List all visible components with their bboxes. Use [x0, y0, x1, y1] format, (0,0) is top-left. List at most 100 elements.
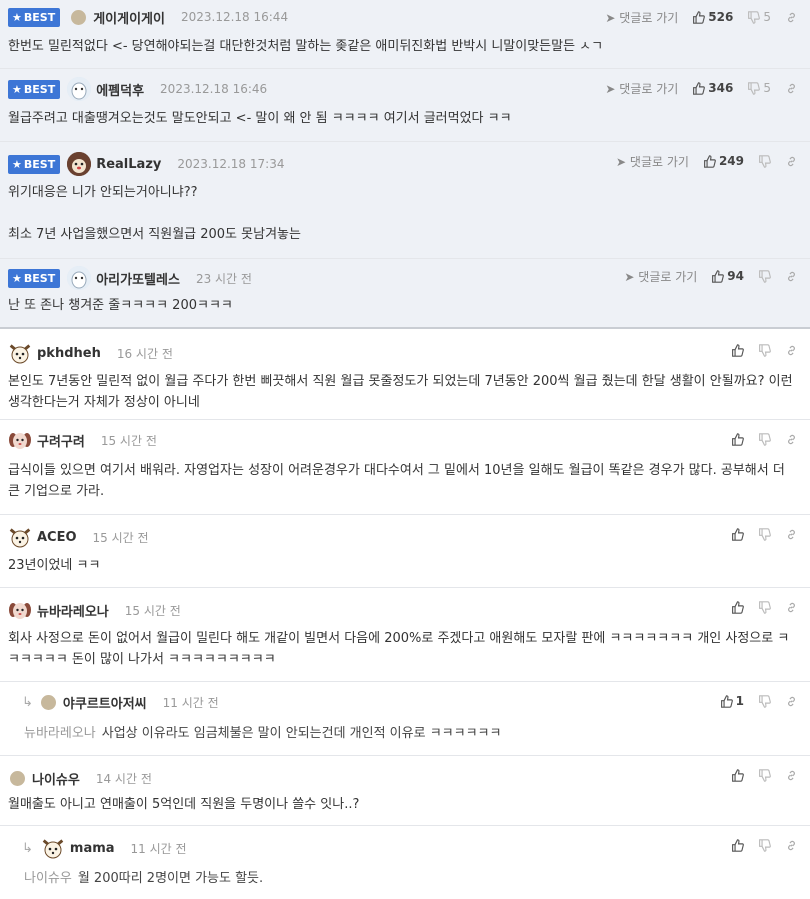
comment-time: 11 시간 전 [130, 841, 187, 856]
best-comment: ★ BEST 아리가또텔레스 23 시간 전 ➤ 댓글로 가기 94 난 또 존나… [0, 259, 810, 329]
upvote-button[interactable] [731, 527, 744, 541]
link-icon[interactable] [785, 528, 798, 541]
comment-author[interactable]: ACEO [37, 530, 77, 545]
avatar[interactable] [8, 598, 32, 622]
comment-author[interactable]: 게이게이게이 [93, 8, 165, 27]
downvote-button[interactable] [758, 527, 771, 541]
downvote-button[interactable] [758, 600, 771, 614]
dog-avatar-icon [9, 603, 31, 619]
comment-time: 2023.12.18 17:34 [177, 157, 285, 171]
upvote-button[interactable]: 346 [692, 81, 733, 95]
link-icon[interactable] [785, 695, 798, 708]
thumbs-up-icon [732, 527, 744, 541]
comment-text: 월급주려고 대출땡겨오는것도 말도안되고 <- 말이 왜 안 됨 ㅋㅋㅋㅋ 여기… [8, 111, 512, 126]
upvote-button[interactable] [731, 432, 744, 446]
avatar[interactable] [8, 428, 32, 452]
avatar[interactable] [67, 77, 92, 101]
link-icon[interactable] [785, 433, 798, 446]
best-badge: ★ BEST [8, 154, 61, 174]
comment-author[interactable]: 구려구려 [37, 431, 85, 450]
downvote-button[interactable] [758, 694, 771, 708]
comment-author[interactable]: mama [70, 841, 115, 856]
downvote-button[interactable]: 5 [747, 10, 771, 24]
star-icon: ★ [12, 10, 22, 24]
upvote-button[interactable]: 249 [703, 154, 744, 168]
comment-author[interactable]: pkhdheh [37, 346, 101, 361]
comment-time: 23 시간 전 [195, 271, 252, 286]
comment-text: 회사 사정으로 돈이 없어서 월급이 밀린다 해도 개같이 빌면서 다음에 20… [8, 631, 790, 667]
thumbs-down-icon [759, 838, 771, 852]
downvote-button[interactable] [758, 838, 771, 852]
link-icon[interactable] [785, 344, 798, 357]
comment-time: 15 시간 전 [124, 603, 181, 618]
comment-author[interactable]: 아리가또텔레스 [96, 269, 180, 288]
reply-comment: ↳ mama 11 시간 전 나이슈우 월 200따리 2명이면 가능도 할듯. [0, 826, 810, 896]
downvote-button[interactable] [758, 269, 771, 283]
link-icon[interactable] [785, 11, 798, 24]
upvote-button[interactable] [731, 838, 744, 852]
comment-time: 16 시간 전 [116, 346, 173, 361]
comment-text: 급식이들 있으면 여기서 배워라. 자영업자는 성장이 어려운경우가 대다수여서… [8, 463, 789, 499]
thumbs-down-icon [759, 343, 771, 357]
comment-time: 2023.12.18 16:44 [180, 10, 289, 24]
comment-author[interactable]: 에펨덕후 [96, 80, 144, 99]
thumbs-down-icon [748, 10, 761, 24]
link-icon[interactable] [785, 155, 798, 168]
go-to-reply-link[interactable]: ➤ 댓글로 가기 [616, 153, 689, 170]
downvote-button[interactable]: 5 [747, 81, 771, 95]
best-badge: ★ BEST [8, 79, 61, 99]
comment-author[interactable]: 야쿠르트아저씨 [63, 693, 147, 712]
avatar[interactable] [10, 770, 25, 786]
reply-target[interactable]: 나이슈우 [24, 871, 72, 886]
upvote-button[interactable]: 526 [692, 10, 733, 24]
comment-author[interactable]: 나이슈우 [32, 769, 80, 788]
thumbs-up-icon [732, 600, 744, 614]
avatar[interactable] [67, 152, 92, 176]
thumbs-up-icon [732, 838, 744, 852]
comment-time: 15 시간 전 [92, 530, 149, 545]
thumbs-up-icon [732, 768, 744, 782]
upvote-button[interactable]: 94 [711, 269, 744, 283]
thumbs-down-icon [759, 694, 771, 708]
link-icon[interactable] [785, 82, 798, 95]
upvote-button[interactable]: 1 [720, 694, 744, 708]
avatar[interactable] [41, 836, 65, 860]
go-to-reply-link[interactable]: ➤ 댓글로 가기 [605, 9, 678, 26]
dog-avatar-icon [41, 838, 64, 859]
upvote-button[interactable] [731, 343, 744, 357]
thumbs-down-icon [748, 81, 761, 95]
comment-text: 23년이었네 ㅋㅋ [8, 558, 101, 573]
link-icon[interactable] [785, 769, 798, 782]
go-to-reply-link[interactable]: ➤ 댓글로 가기 [624, 268, 697, 285]
comment: 나이슈우 14 시간 전 월매출도 아니고 연매출이 5억인데 직원을 두명이나… [0, 756, 810, 826]
comment-time: 15 시간 전 [100, 433, 157, 448]
reply-target[interactable]: 뉴바라레오나 [24, 726, 96, 741]
dog-avatar-icon [67, 77, 92, 101]
thumbs-up-icon [732, 343, 744, 357]
avatar[interactable] [71, 9, 87, 25]
downvote-button[interactable] [758, 432, 771, 446]
downvote-button[interactable] [758, 343, 771, 357]
best-comment: ★ BEST RealLazy 2023.12.18 17:34 ➤ 댓글로 가기… [0, 142, 810, 259]
comment-author[interactable]: 뉴바라레오나 [37, 601, 109, 620]
comment-text: 한번도 밀린적없다 <- 당연해야되는걸 대단한것처럼 말하는 좆같은 애미뒤진… [8, 39, 604, 54]
avatar[interactable] [67, 266, 92, 290]
comment-author[interactable]: RealLazy [96, 157, 161, 172]
thumbs-up-icon [693, 10, 706, 24]
link-icon[interactable] [785, 601, 798, 614]
downvote-button[interactable] [758, 154, 771, 168]
avatar[interactable] [40, 694, 56, 710]
downvote-button[interactable] [758, 768, 771, 782]
comment-time: 2023.12.18 16:46 [160, 82, 268, 96]
thumbs-down-icon [759, 432, 771, 446]
link-icon[interactable] [785, 270, 798, 283]
comment-time: 14 시간 전 [95, 771, 152, 786]
upvote-button[interactable] [731, 600, 744, 614]
upvote-button[interactable] [731, 768, 744, 782]
go-to-reply-link[interactable]: ➤ 댓글로 가기 [605, 80, 678, 97]
thumbs-down-icon [759, 527, 771, 541]
thumbs-down-icon [759, 154, 771, 168]
link-icon[interactable] [785, 839, 798, 852]
avatar[interactable] [8, 525, 32, 549]
avatar[interactable] [8, 341, 32, 365]
